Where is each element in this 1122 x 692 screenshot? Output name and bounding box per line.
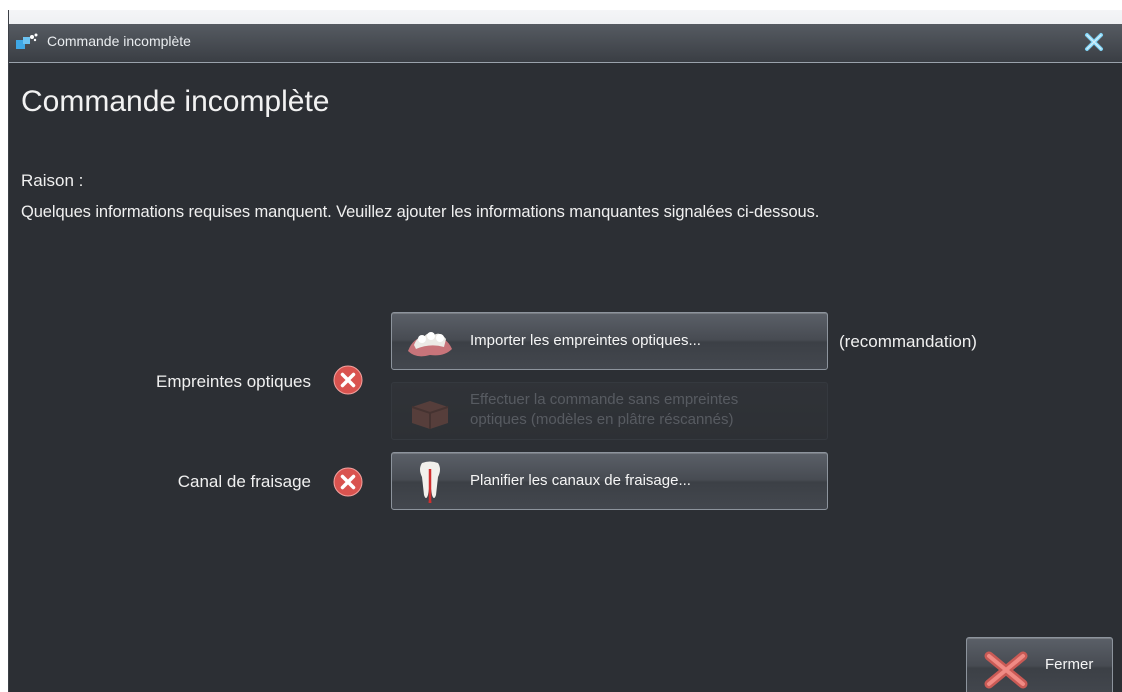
plan-milling-channels-button[interactable]: Planifier les canaux de fraisage... xyxy=(391,452,828,510)
close-button-label: Fermer xyxy=(1045,656,1094,673)
import-optical-impressions-button[interactable]: Importer les empreintes optiques... xyxy=(391,312,828,370)
close-x-icon xyxy=(984,651,1028,689)
optical-impressions-label: Empreintes optiques xyxy=(156,372,311,391)
order-without-impressions-label: Effectuer la commande sans empreintes op… xyxy=(470,390,738,430)
incomplete-order-dialog: Commande incomplète Commande incomplète … xyxy=(8,10,1122,692)
close-button[interactable]: Fermer xyxy=(966,637,1113,692)
order-icon xyxy=(16,33,38,49)
order-without-impressions-line2: optiques (modèles en plâtre réscannés) xyxy=(470,411,734,428)
reason-label: Raison : xyxy=(21,171,84,190)
window-close-icon[interactable] xyxy=(1084,32,1104,52)
reason-text: Quelques informations requises manquent.… xyxy=(21,203,820,221)
window-title: Commande incomplète xyxy=(47,33,191,49)
order-without-impressions-line1: Effectuer la commande sans empreintes xyxy=(470,391,739,408)
milling-channel-label: Canal de fraisage xyxy=(177,472,311,491)
recommendation-note: (recommandation) xyxy=(839,332,977,351)
order-without-impressions-button[interactable]: Effectuer la commande sans empreintes op… xyxy=(391,382,828,440)
plan-milling-channels-label: Planifier les canaux de fraisage... xyxy=(470,472,691,489)
import-optical-impressions-label: Importer les empreintes optiques... xyxy=(470,332,701,349)
box-icon xyxy=(411,401,449,429)
error-x-icon xyxy=(333,365,363,395)
dental-impression-icon xyxy=(408,332,452,357)
tooth-canal-icon xyxy=(420,461,440,503)
title-bar: Commande incomplète xyxy=(9,10,1122,63)
error-x-icon xyxy=(333,467,363,497)
page-title: Commande incomplète xyxy=(21,85,330,118)
